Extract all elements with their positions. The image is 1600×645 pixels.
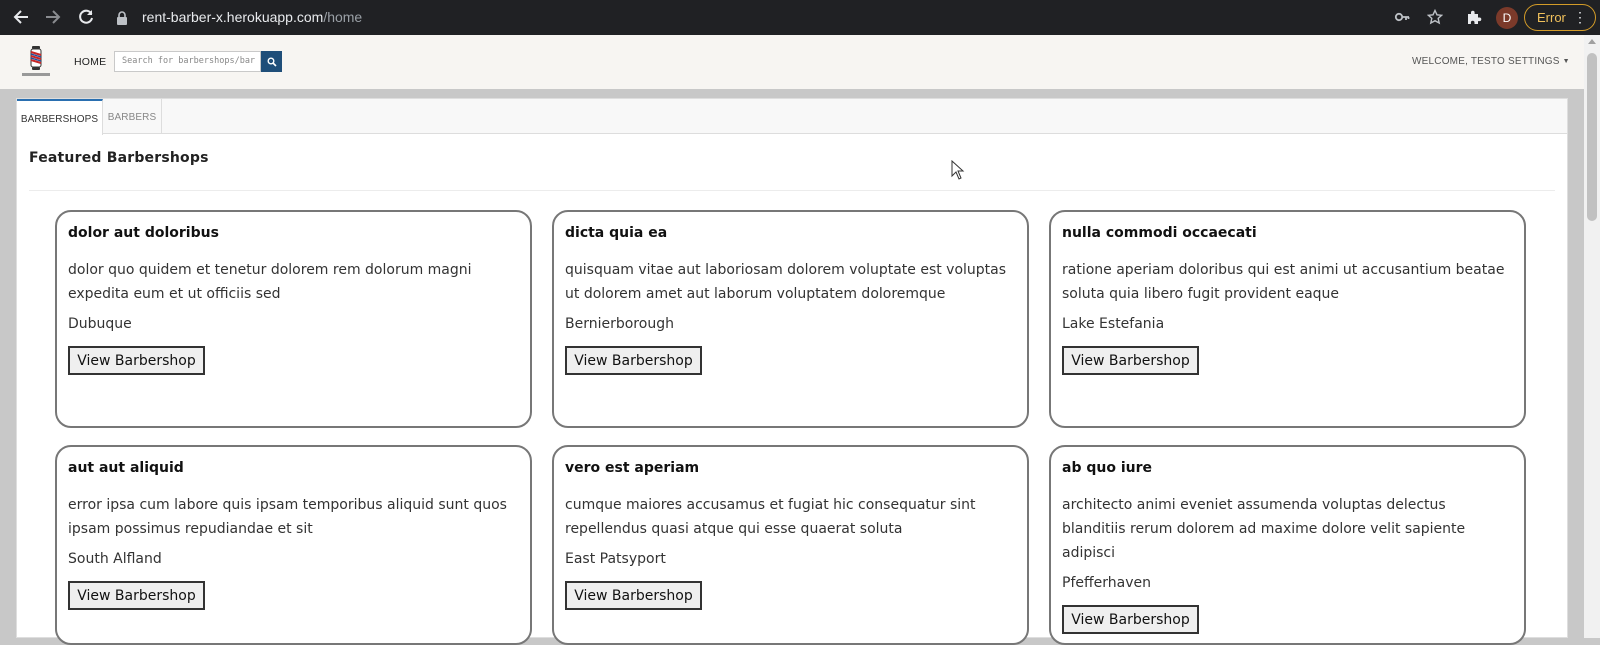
view-barbershop-button[interactable]: View Barbershop — [565, 346, 702, 375]
section-title: Featured Barbershops — [29, 150, 209, 166]
error-button[interactable]: Error ⋮ — [1524, 4, 1596, 31]
scroll-up-icon[interactable] — [1588, 39, 1596, 44]
card-description: ratione aperiam doloribus qui est animi … — [1062, 262, 1505, 302]
card-city: Pfefferhaven — [1062, 575, 1151, 591]
url-path: /home — [323, 9, 363, 25]
tab-bar: BARBERSHOPS BARBERS — [17, 99, 1567, 135]
scroll-thumb[interactable] — [1587, 53, 1597, 221]
view-barbershop-button[interactable]: View Barbershop — [565, 581, 702, 610]
card-description: error ipsa cum labore quis ipsam tempori… — [68, 497, 507, 537]
page-scrollbar[interactable] — [1584, 35, 1600, 638]
back-icon[interactable] — [10, 6, 32, 28]
card-city: Bernierborough — [565, 316, 674, 332]
card-title: ab quo iure — [1062, 460, 1152, 476]
card-description: dolor quo quidem et tenetur dolorem rem … — [68, 262, 472, 302]
divider — [29, 190, 1555, 191]
profile-avatar[interactable]: D — [1496, 7, 1518, 29]
card-description: cumque maiores accusamus et fugiat hic c… — [565, 497, 976, 537]
star-icon[interactable] — [1425, 7, 1445, 27]
welcome-text: WELCOME, TESTO — [1412, 56, 1506, 67]
card-description: quisquam vitae aut laboriosam dolorem vo… — [565, 262, 1007, 302]
search-button[interactable] — [261, 51, 282, 72]
browser-toolbar: rent-barber-x.herokuapp.com/home D Error… — [0, 0, 1600, 35]
tab-barbers[interactable]: BARBERS — [103, 99, 162, 134]
view-barbershop-button[interactable]: View Barbershop — [68, 346, 205, 375]
barbershop-card: nulla commodi occaecati ratione aperiam … — [1049, 210, 1526, 428]
card-title: vero est aperiam — [565, 460, 700, 476]
card-city: South Alfland — [68, 551, 162, 567]
url-host: rent-barber-x.herokuapp.com — [142, 9, 324, 25]
view-barbershop-button[interactable]: View Barbershop — [1062, 346, 1199, 375]
card-title: dolor aut doloribus — [68, 225, 219, 241]
site-navbar: HOME Search for barbershops/bar WELCOME,… — [0, 35, 1584, 89]
card-title: dicta quia ea — [565, 225, 668, 241]
barbershop-card: dolor aut doloribus dolor quo quidem et … — [55, 210, 532, 428]
error-label: Error — [1537, 10, 1566, 25]
barbershop-card: dicta quia ea quisquam vitae aut laborio… — [552, 210, 1029, 428]
barber-pole-logo[interactable] — [18, 44, 54, 80]
menu-dots-icon: ⋮ — [1573, 9, 1587, 25]
tab-barbershops[interactable]: BARBERSHOPS — [17, 99, 103, 135]
settings-label: SETTINGS — [1508, 56, 1560, 67]
barbershop-card: ab quo iure architecto animi eveniet ass… — [1049, 445, 1526, 645]
card-title: nulla commodi occaecati — [1062, 225, 1257, 241]
barbershop-card: aut aut aliquid error ipsa cum labore qu… — [55, 445, 532, 645]
caret-down-icon: ▼ — [1562, 58, 1570, 65]
cursor-icon — [951, 159, 965, 184]
barbershop-card: vero est aperiam cumque maiores accusamu… — [552, 445, 1029, 645]
nav-home-link[interactable]: HOME — [74, 56, 106, 68]
lock-icon[interactable] — [116, 10, 128, 29]
address-bar[interactable]: rent-barber-x.herokuapp.com/home — [142, 9, 362, 25]
key-icon[interactable] — [1392, 7, 1412, 27]
view-barbershop-button[interactable]: View Barbershop — [68, 581, 205, 610]
search-icon — [267, 57, 277, 67]
card-city: Dubuque — [68, 316, 132, 332]
search-input[interactable]: Search for barbershops/bar — [114, 51, 261, 72]
reload-icon[interactable] — [75, 6, 97, 28]
view-barbershop-button[interactable]: View Barbershop — [1062, 605, 1199, 634]
main-panel: BARBERSHOPS BARBERS Featured Barbershops… — [16, 98, 1568, 645]
card-description: architecto animi eveniet assumenda volup… — [1062, 497, 1466, 561]
card-city: East Patsyport — [565, 551, 666, 567]
forward-icon[interactable] — [42, 6, 64, 28]
card-city: Lake Estefania — [1062, 316, 1165, 332]
settings-dropdown[interactable]: SETTINGS ▼ — [1508, 56, 1570, 67]
card-title: aut aut aliquid — [68, 460, 184, 476]
extensions-icon[interactable] — [1464, 7, 1484, 27]
